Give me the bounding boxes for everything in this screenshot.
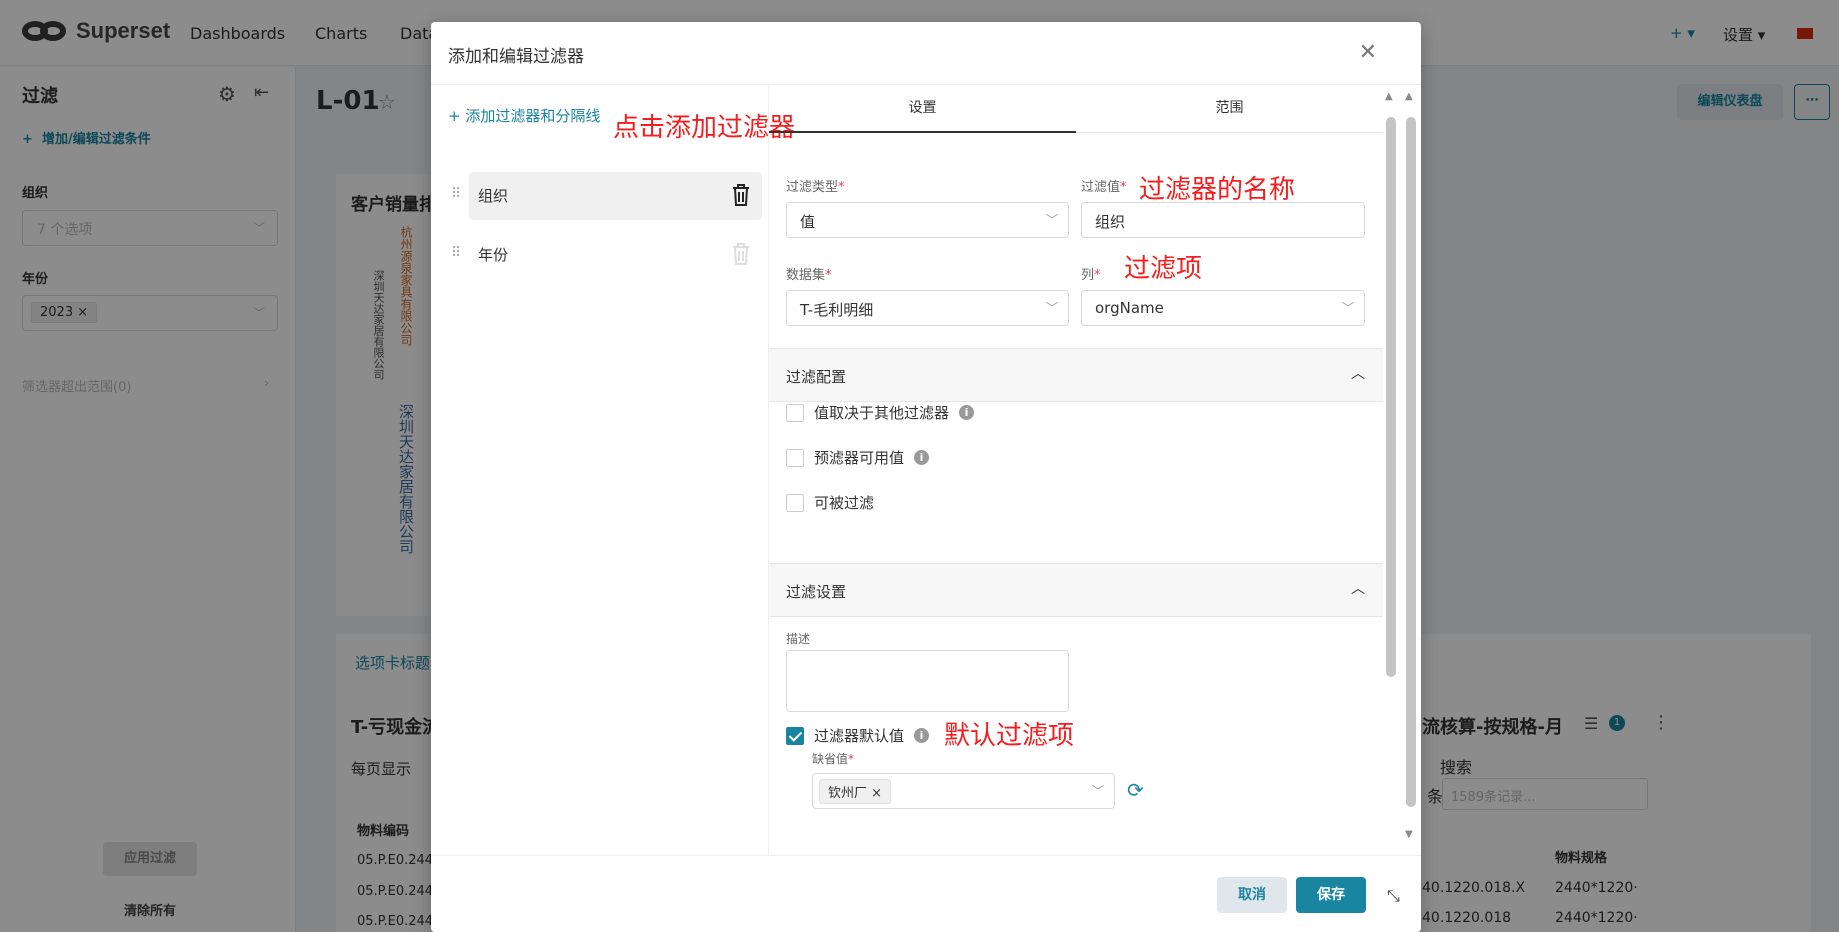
annotation-filter-name: 过滤器的名称	[1139, 175, 1296, 205]
default-value-tag: 钦州厂 ×	[819, 779, 892, 804]
filter-config-section-header[interactable]: 过滤配置 ︿	[769, 348, 1383, 402]
chevron-down-icon: ﹀	[1341, 301, 1354, 315]
default-value-select[interactable]: 钦州厂 × ﹀	[812, 773, 1115, 809]
filter-item-org[interactable]: ⠿ 组织	[451, 172, 762, 220]
chevron-down-icon: ﹀	[1045, 301, 1058, 315]
scroll-down-icon[interactable]: ▼	[1405, 829, 1413, 840]
modal-header: 添加和编辑过滤器 ✕	[431, 22, 1421, 85]
annotation-click-add: 点击添加过滤器	[613, 113, 796, 143]
chevron-down-icon: ﹀	[1045, 213, 1058, 227]
scrollbar[interactable]	[1406, 117, 1416, 807]
info-icon[interactable]: i	[959, 405, 975, 420]
default-value-label: 缺省值*	[812, 752, 855, 766]
annotation-filter-item: 过滤项	[1124, 254, 1203, 284]
modal-title: 添加和编辑过滤器	[448, 47, 584, 67]
dataset-select[interactable]: T-毛利明细 ﹀	[786, 290, 1069, 326]
scroll-up-icon[interactable]: ▲	[1385, 91, 1393, 102]
filter-settings-panel: 设置 范围 过滤类型* 值 ﹀ 过滤值* 过滤器的名称 组织 数据集* T-毛利…	[769, 85, 1421, 855]
filter-name-input[interactable]: 组织	[1081, 202, 1365, 238]
close-icon[interactable]: ✕	[1359, 40, 1377, 65]
fullscreen-icon[interactable]: ⤡	[1387, 886, 1400, 906]
column-label: 列*	[1081, 268, 1101, 283]
save-button[interactable]: 保存	[1296, 877, 1366, 913]
checkbox[interactable]	[786, 493, 804, 512]
description-textarea[interactable]	[786, 650, 1069, 712]
description-label: 描述	[786, 632, 811, 646]
filter-type-label: 过滤类型*	[786, 180, 845, 195]
filter-item-year[interactable]: ⠿ 年份	[451, 231, 762, 279]
option-can-be-filtered[interactable]: 可被过滤	[786, 492, 874, 513]
chevron-down-icon: ﹀	[1091, 784, 1104, 798]
option-prefilter-values[interactable]: 预滤器可用值 i	[786, 447, 930, 468]
filter-name-label: 过滤值*	[1081, 180, 1127, 195]
checkbox[interactable]	[786, 448, 804, 467]
checkbox[interactable]	[786, 403, 804, 422]
annotation-default-item: 默认过滤项	[944, 721, 1075, 751]
column-select[interactable]: orgName ﹀	[1081, 290, 1365, 326]
scroll-up-icon[interactable]: ▲	[1405, 91, 1413, 102]
chevron-up-icon[interactable]: ︿	[1351, 363, 1365, 383]
modal-footer: 取消 保存 ⤡	[431, 855, 1421, 932]
trash-icon[interactable]	[730, 182, 752, 208]
settings-tabs: 设置 范围	[769, 85, 1383, 133]
cancel-button[interactable]: 取消	[1217, 877, 1287, 913]
filter-type-select[interactable]: 值 ﹀	[786, 202, 1069, 238]
trash-icon[interactable]	[730, 241, 752, 267]
filter-config-modal: 添加和编辑过滤器 ✕ + 添加过滤器和分隔线 点击添加过滤器 ⠿ 组织 ⠿ 年份…	[431, 22, 1421, 932]
info-icon[interactable]: i	[914, 450, 930, 465]
info-icon[interactable]: i	[914, 728, 930, 743]
refresh-icon[interactable]: ⟳	[1127, 778, 1144, 802]
drag-handle-icon[interactable]: ⠿	[451, 245, 461, 261]
drag-handle-icon[interactable]: ⠿	[451, 186, 461, 202]
dataset-label: 数据集*	[786, 268, 832, 283]
chevron-up-icon[interactable]: ︿	[1351, 578, 1365, 598]
scrollbar[interactable]	[1386, 117, 1396, 677]
checkbox-checked[interactable]	[786, 726, 804, 745]
tab-settings[interactable]: 设置	[769, 85, 1076, 133]
filter-list-panel: + 添加过滤器和分隔线 点击添加过滤器 ⠿ 组织 ⠿ 年份	[431, 85, 795, 855]
filter-settings-section-header[interactable]: 过滤设置 ︿	[769, 563, 1383, 617]
option-depends-on-other-filters[interactable]: 值取决于其他过滤器 i	[786, 402, 975, 423]
tab-scope[interactable]: 范围	[1076, 85, 1383, 133]
default-value-option[interactable]: 过滤器默认值 i	[786, 725, 930, 746]
add-filter-divider-link[interactable]: + 添加过滤器和分隔线	[448, 105, 600, 126]
